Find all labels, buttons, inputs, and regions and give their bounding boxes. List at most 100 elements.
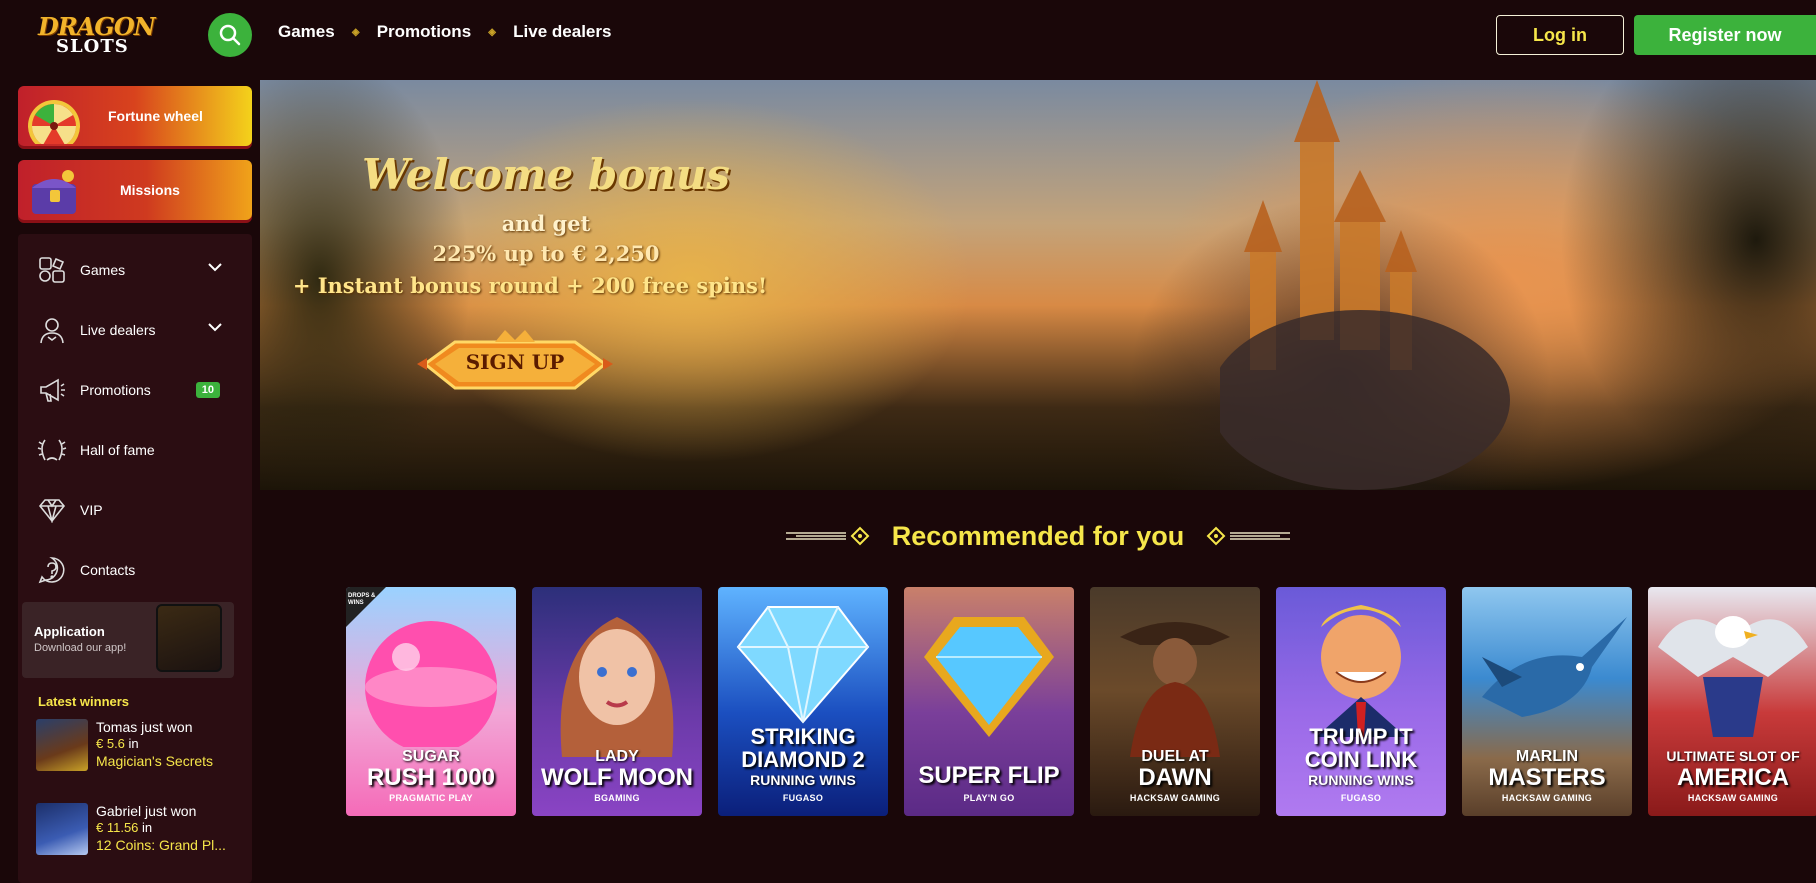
game-card-duel-at-dawn[interactable]: DUEL AT DAWN HACKSAW GAMING: [1090, 587, 1260, 816]
game-title-line1: ULTIMATE SLOT OF: [1666, 748, 1800, 764]
game-card-ultimate-slot-of-america[interactable]: ULTIMATE SLOT OF AMERICA HACKSAW GAMING: [1648, 587, 1816, 816]
nav-diamond-divider-icon: ◈: [351, 26, 360, 38]
sidebar-item-promotions[interactable]: Promotions 10: [18, 360, 252, 420]
game-card-trump-it-coin-link[interactable]: TRUMP IT COIN LINK RUNNING WINS FUGASO: [1276, 587, 1446, 816]
ornament-left-icon: [785, 526, 870, 546]
recommended-games-row: DROPS & WINS SUGAR RUSH 1000 PRAGMATIC P…: [346, 587, 1816, 817]
sidebar-item-contacts[interactable]: Contacts: [18, 540, 252, 600]
ornament-right-icon: [1206, 526, 1291, 546]
winner-entry[interactable]: Tomas just won € 5.6 in Magician's Secre…: [36, 719, 252, 793]
chevron-down-icon: [208, 263, 222, 272]
top-bar: DRAGON SLOTS Games ◈ Promotions ◈ Live d…: [0, 0, 1816, 70]
game-title-line2: COIN LINK: [1304, 747, 1418, 772]
game-card-sugar-rush-1000[interactable]: DROPS & WINS SUGAR RUSH 1000 PRAGMATIC P…: [346, 587, 516, 816]
game-title-line3: RUNNING WINS: [1308, 772, 1414, 788]
banner-subtitle: and get: [501, 211, 591, 236]
phone-preview-image: [156, 604, 222, 672]
promotions-count-badge: 10: [195, 382, 220, 398]
winner-name: Gabriel just won: [96, 803, 197, 819]
sidebar-item-hall-of-fame[interactable]: Hall of fame: [18, 420, 252, 480]
sidebar-item-label: Contacts: [80, 562, 136, 578]
app-card-subtitle: Download our app!: [34, 642, 127, 654]
sidebar-item-label: VIP: [80, 502, 103, 518]
login-button[interactable]: Log in: [1496, 15, 1624, 55]
game-provider: PLAY'N GO: [963, 793, 1015, 803]
game-provider: HACKSAW GAMING: [1129, 793, 1221, 803]
game-provider: BGAMING: [594, 793, 640, 803]
search-icon: [219, 24, 241, 46]
game-card-striking-diamond-2[interactable]: STRIKING DIAMOND 2 RUNNING WINS FUGASO: [718, 587, 888, 816]
megaphone-icon: [36, 374, 68, 406]
winner-amount: € 11.56: [96, 820, 139, 835]
games-icon: [36, 254, 68, 286]
latest-winners-title: Latest winners: [38, 694, 130, 709]
winner-amount: € 5.6: [96, 736, 125, 751]
cartoon-man-image: [1316, 605, 1406, 737]
sidebar-item-live-dealers[interactable]: Live dealers: [18, 300, 252, 360]
winner-amount-line: € 5.6 in: [96, 736, 139, 751]
recommended-title: Recommended for you: [891, 520, 1185, 551]
sign-up-label: SIGN UP: [465, 350, 565, 374]
game-thumbnail: [36, 719, 88, 771]
missions-button[interactable]: Missions: [18, 160, 252, 220]
game-provider: PRAGMATIC PLAY: [389, 793, 473, 803]
game-provider: FUGASO: [782, 793, 824, 803]
sidebar-item-vip[interactable]: VIP: [18, 480, 252, 540]
fortune-wheel-button[interactable]: Fortune wheel: [18, 86, 252, 146]
game-thumbnail: [36, 803, 88, 855]
sign-up-button[interactable]: SIGN UP: [415, 328, 615, 394]
game-card-marlin-masters[interactable]: MARLIN MASTERS HACKSAW GAMING: [1462, 587, 1632, 816]
sidebar-item-games[interactable]: Games: [18, 240, 252, 300]
missions-label: Missions: [120, 182, 180, 198]
game-title-line3: RUNNING WINS: [750, 772, 856, 788]
live-dealer-icon: [36, 314, 68, 346]
nav-games[interactable]: Games: [278, 22, 335, 42]
fortune-wheel-label: Fortune wheel: [108, 108, 203, 124]
dragon-slots-logo[interactable]: DRAGON SLOTS: [36, 8, 156, 60]
winner-entry[interactable]: Gabriel just won € 11.56 in 12 Coins: Gr…: [36, 803, 252, 877]
banner-bonus-amount: 225% up to € 2,250: [432, 241, 660, 266]
chevron-down-icon: [208, 323, 222, 332]
banner-bonus-extras: + Instant bonus round + 200 free spins!: [292, 273, 768, 298]
eagle-image: [1658, 616, 1808, 737]
question-icon: [36, 554, 68, 586]
sidebar-item-label: Games: [80, 262, 126, 278]
winner-game[interactable]: Magician's Secrets: [96, 753, 213, 769]
diamond-icon: [36, 494, 68, 526]
game-title-line2: DAWN: [1138, 764, 1212, 791]
game-card-lady-wolf-moon[interactable]: LADY WOLF MOON BGAMING: [532, 587, 702, 816]
game-provider: FUGASO: [1340, 793, 1382, 803]
nav-diamond-divider-icon: ◈: [488, 26, 496, 38]
castle-illustration: [1220, 80, 1510, 490]
app-card-title: Application: [34, 624, 105, 639]
game-provider: HACKSAW GAMING: [1687, 793, 1779, 803]
game-card-super-flip[interactable]: SUPER FLIP PLAY'N GO: [904, 587, 1074, 816]
sidebar: Fortune wheel Missions Games Live dealer…: [18, 86, 252, 883]
gold-diamond-image: [924, 617, 1054, 737]
laurel-icon: [36, 434, 68, 466]
sidebar-item-label: Live dealers: [80, 322, 156, 338]
game-title-line2: WOLF MOON: [541, 764, 693, 791]
winner-game[interactable]: 12 Coins: Grand Pl...: [96, 837, 226, 853]
cowboy-image: [1120, 622, 1230, 757]
sidebar-item-label: Promotions: [80, 382, 151, 398]
banner-title: Welcome bonus: [362, 150, 730, 199]
logo-line2: SLOTS: [56, 36, 129, 57]
marlin-fish-image: [1482, 617, 1627, 717]
game-title-line2: MASTERS: [1488, 764, 1606, 791]
game-title-line2: DIAMOND 2: [741, 747, 865, 772]
winner-amount-line: € 11.56 in: [96, 820, 153, 835]
winner-name: Tomas just won: [96, 719, 193, 735]
recommended-heading: Recommended for you: [260, 518, 1816, 554]
search-button[interactable]: [208, 13, 252, 57]
lady-portrait-image: [560, 617, 674, 757]
register-button[interactable]: Register now: [1634, 15, 1816, 55]
game-title: SUPER FLIP: [918, 762, 1060, 789]
welcome-bonus-banner[interactable]: Welcome bonus and get 225% up to € 2,250…: [260, 80, 1816, 490]
download-app-card[interactable]: Application Download our app!: [22, 602, 234, 678]
nav-live-dealers[interactable]: Live dealers: [513, 22, 611, 42]
main-nav: Games ◈ Promotions ◈ Live dealers: [278, 22, 611, 42]
sidebar-menu: Games Live dealers Promotions 10 Hall of…: [18, 234, 252, 883]
nav-promotions[interactable]: Promotions: [377, 22, 471, 42]
game-title-line2: RUSH 1000: [366, 764, 496, 791]
